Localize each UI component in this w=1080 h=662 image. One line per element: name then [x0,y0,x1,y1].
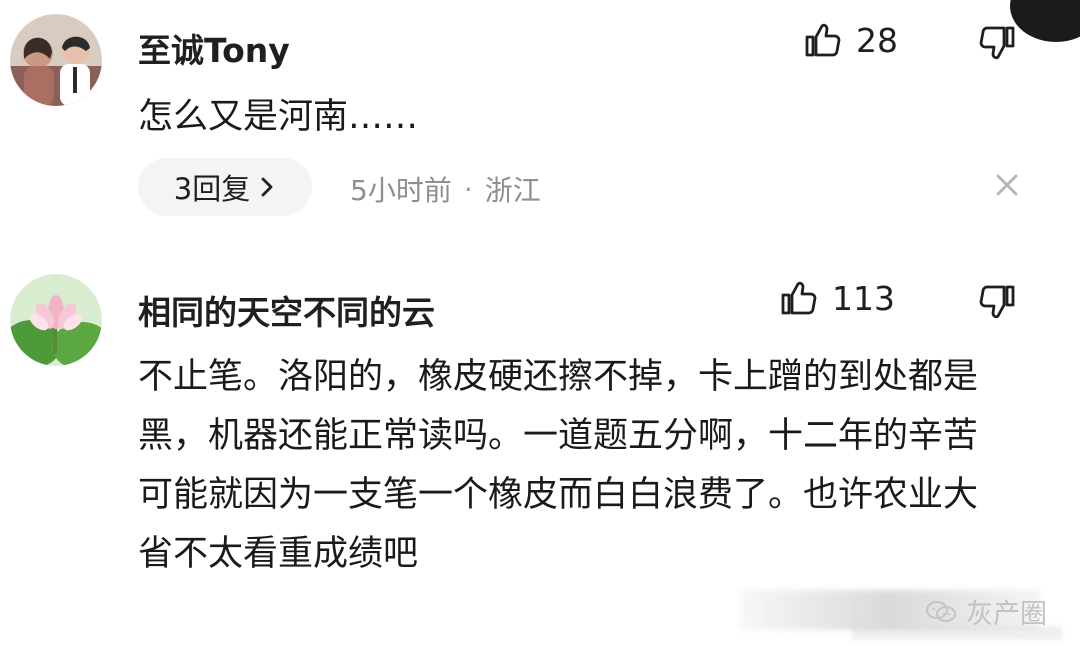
chevron-right-icon [258,175,276,199]
thumb-up-icon [778,278,818,318]
avatar[interactable] [10,274,102,366]
like-button[interactable]: 113 [778,278,895,318]
dismiss-button[interactable] [993,171,1021,199]
reply-button[interactable]: 3回复 [138,158,312,216]
close-icon [993,171,1021,199]
username[interactable]: 至诚Tony [138,24,290,72]
thumb-down-icon [978,282,1018,322]
dislike-button[interactable] [978,282,1018,322]
dislike-button[interactable] [978,23,1018,63]
comment-location: 浙江 [484,174,541,207]
thumb-up-icon [802,20,842,60]
meta-separator: · [463,172,473,206]
comment-item: 至诚Tony 28 怎么又是河南…… 3回复 5小时前 · 浙江 [0,0,1080,230]
comment-time: 5小时前 [350,174,452,207]
like-count: 113 [832,278,895,318]
thumb-down-icon [978,23,1018,63]
avatar-image [10,274,102,366]
wechat-icon [924,598,958,626]
comment-meta: 5小时前 · 浙江 [350,169,541,209]
like-button[interactable]: 28 [802,20,898,60]
like-count: 28 [856,20,898,60]
comment-text: 怎么又是河南…… [138,97,419,137]
username[interactable]: 相同的天空不同的云 [138,286,435,334]
avatar[interactable] [10,14,102,106]
reply-label: 3回复 [173,172,251,206]
watermark: 灰产圈 [924,592,1047,631]
avatar-image [10,14,102,106]
watermark-label: 灰产圈 [966,599,1047,630]
comment-text: 不止笔。洛阳的，橡皮硬还擦不掉，卡上蹭的到处都是黑，机器还能正常读吗。一道题五分… [138,357,979,574]
